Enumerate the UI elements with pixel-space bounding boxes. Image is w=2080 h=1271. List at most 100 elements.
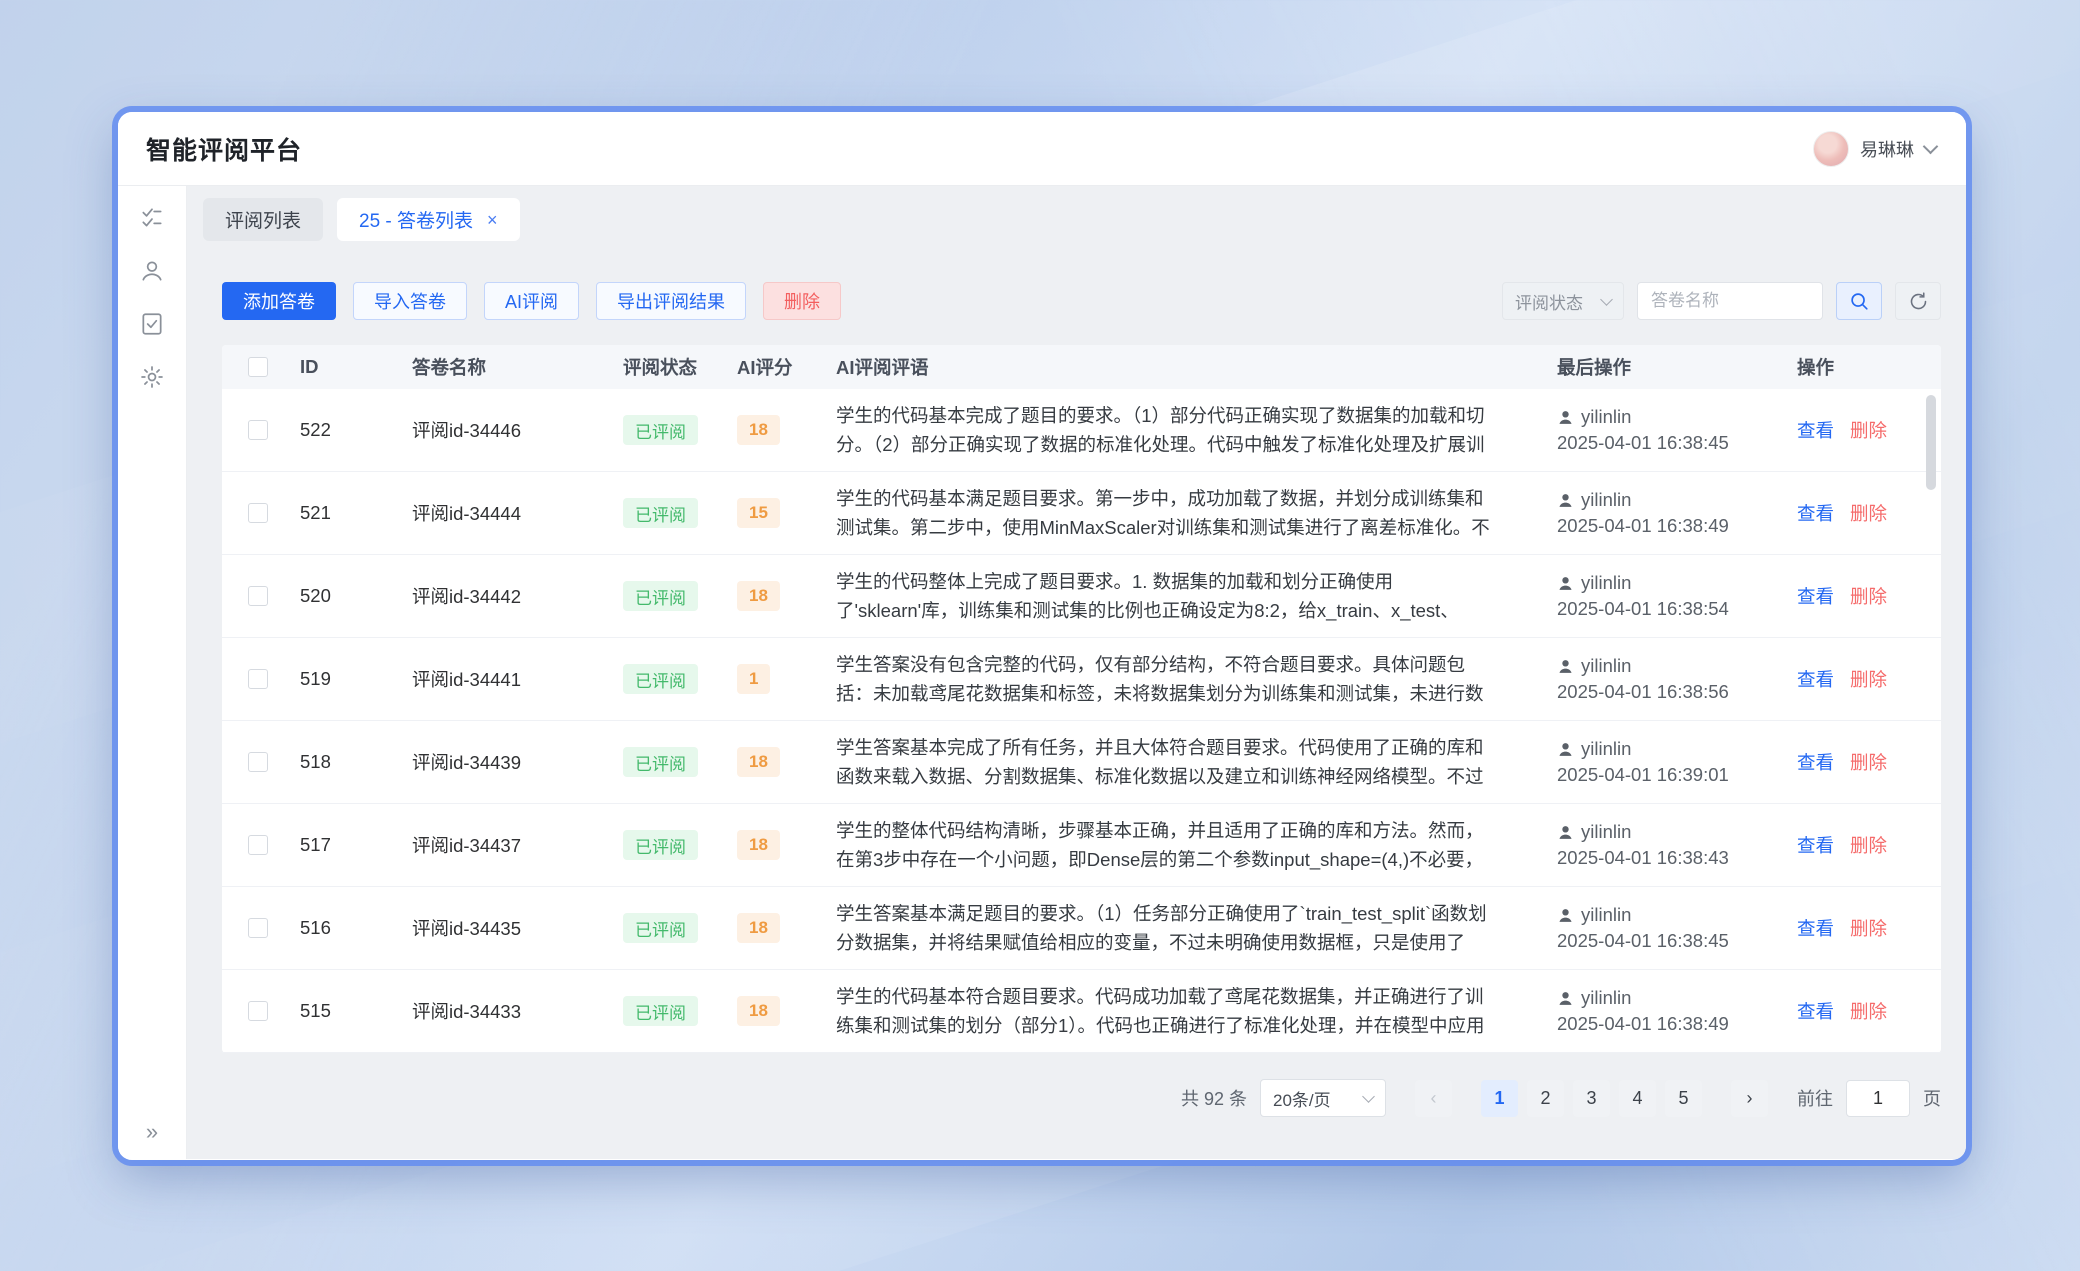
header-id: ID [282,356,392,378]
score-badge: 1 [737,664,770,694]
view-link[interactable]: 查看 [1797,832,1834,858]
main-content: 评阅列表 25 - 答卷列表 × 添加答卷 导入答卷 AI评阅 导出评阅结果 删… [187,186,1966,1159]
sidebar-item-settings[interactable] [132,357,172,397]
tab-review-list[interactable]: 评阅列表 [203,198,323,241]
operation-time: 2025-04-01 16:38:45 [1557,432,1729,454]
avatar[interactable] [1813,131,1849,167]
row-id: 520 [282,585,392,607]
status-badge: 已评阅 [623,415,698,445]
delete-link[interactable]: 删除 [1850,998,1887,1024]
answer-name-input[interactable] [1637,282,1823,320]
page-list: 1 2 3 4 5 [1481,1080,1702,1117]
page-button-2[interactable]: 2 [1527,1080,1564,1117]
sidebar-collapse-button[interactable]: » [118,1119,186,1145]
operation-time: 2025-04-01 16:38:45 [1557,930,1729,952]
document-check-icon [139,311,165,337]
view-link[interactable]: 查看 [1797,500,1834,526]
score-badge: 18 [737,581,780,611]
review-status-select[interactable]: 评阅状态 [1502,282,1624,320]
search-icon [1848,290,1870,312]
row-checkbox[interactable] [248,835,268,855]
row-id: 519 [282,668,392,690]
row-name: 评阅id-34442 [392,583,602,609]
operation-time: 2025-04-01 16:38:56 [1557,681,1729,703]
row-checkbox[interactable] [248,918,268,938]
review-comment: 学生的整体代码结构清晰，步骤基本正确，并且适用了正确的库和方法。然而，在第3步中… [836,816,1492,874]
add-answer-button[interactable]: 添加答卷 [222,282,336,320]
view-link[interactable]: 查看 [1797,666,1834,692]
table-row: 518 评阅id-34439 已评阅 18 学生答案基本完成了所有任务，并且大体… [222,721,1941,804]
row-name: 评阅id-34433 [392,998,602,1024]
page-size-select[interactable]: 20条/页 [1260,1079,1386,1117]
user-menu[interactable]: 易琳琳 [1813,131,1936,167]
jump-page-input[interactable] [1846,1080,1910,1117]
table-scrollbar [1926,395,1936,1045]
scrollbar-thumb[interactable] [1926,395,1936,490]
view-link[interactable]: 查看 [1797,998,1834,1024]
tab-answer-list[interactable]: 25 - 答卷列表 × [337,198,520,241]
ai-review-button[interactable]: AI评阅 [484,282,579,320]
delete-link[interactable]: 删除 [1850,749,1887,775]
row-checkbox[interactable] [248,669,268,689]
next-page-button[interactable]: › [1731,1080,1768,1117]
row-checkbox[interactable] [248,420,268,440]
header-comment: AI评阅评语 [812,354,1512,380]
jump-label: 前往 [1797,1085,1833,1111]
prev-page-button[interactable]: ‹ [1415,1080,1452,1117]
delete-button[interactable]: 删除 [763,282,841,320]
table-row: 520 评阅id-34442 已评阅 18 学生的代码整体上完成了题目要求。1.… [222,555,1941,638]
page-size-value: 20条/页 [1273,1086,1331,1111]
row-name: 评阅id-34444 [392,500,602,526]
operation-time: 2025-04-01 16:38:54 [1557,598,1729,620]
row-name: 评阅id-34441 [392,666,602,692]
chevron-down-icon [1923,139,1939,155]
person-icon [1557,409,1574,426]
view-link[interactable]: 查看 [1797,915,1834,941]
delete-link[interactable]: 删除 [1850,666,1887,692]
row-id: 517 [282,834,392,856]
page-button-1[interactable]: 1 [1481,1080,1518,1117]
person-icon [1557,907,1574,924]
row-checkbox[interactable] [248,752,268,772]
tab-close-icon[interactable]: × [487,211,498,229]
page-button-4[interactable]: 4 [1619,1080,1656,1117]
review-comment: 学生的代码基本完成了题目的要求。（1）部分代码正确实现了数据集的加载和切分。（2… [836,401,1492,459]
app-header: 智能评阅平台 易琳琳 [118,112,1966,186]
person-icon [1557,824,1574,841]
export-results-button[interactable]: 导出评阅结果 [596,282,746,320]
review-comment: 学生答案基本满足题目的要求。（1）任务部分正确使用了`train_test_sp… [836,899,1492,957]
refresh-button[interactable] [1895,282,1941,320]
table-row: 519 评阅id-34441 已评阅 1 学生答案没有包含完整的代码，仅有部分结… [222,638,1941,721]
delete-link[interactable]: 删除 [1850,500,1887,526]
delete-link[interactable]: 删除 [1850,583,1887,609]
search-button[interactable] [1836,282,1882,320]
score-badge: 18 [737,830,780,860]
page-button-3[interactable]: 3 [1573,1080,1610,1117]
status-badge: 已评阅 [623,581,698,611]
select-all-checkbox[interactable] [248,357,268,377]
view-link[interactable]: 查看 [1797,417,1834,443]
delete-link[interactable]: 删除 [1850,832,1887,858]
person-icon [1557,492,1574,509]
operator-name: yilinlin [1581,738,1631,760]
answer-table: ID 答卷名称 评阅状态 AI评分 AI评阅评语 最后操作 操作 522 评阅i… [222,345,1941,1053]
row-checkbox[interactable] [248,503,268,523]
header-actions: 操作 [1762,354,1941,380]
row-checkbox[interactable] [248,586,268,606]
operation-time: 2025-04-01 16:38:49 [1557,1013,1729,1035]
view-link[interactable]: 查看 [1797,583,1834,609]
view-link[interactable]: 查看 [1797,749,1834,775]
status-badge: 已评阅 [623,913,698,943]
total-count: 共 92 条 [1181,1085,1247,1111]
delete-link[interactable]: 删除 [1850,417,1887,443]
row-checkbox[interactable] [248,1001,268,1021]
sidebar-item-review-tasks[interactable] [132,198,172,238]
operator-name: yilinlin [1581,489,1631,511]
delete-link[interactable]: 删除 [1850,915,1887,941]
sidebar-item-users[interactable] [132,251,172,291]
page-button-5[interactable]: 5 [1665,1080,1702,1117]
import-answer-button[interactable]: 导入答卷 [353,282,467,320]
refresh-icon [1908,291,1929,312]
sidebar-item-answer-sheets[interactable] [132,304,172,344]
operation-time: 2025-04-01 16:38:43 [1557,847,1729,869]
